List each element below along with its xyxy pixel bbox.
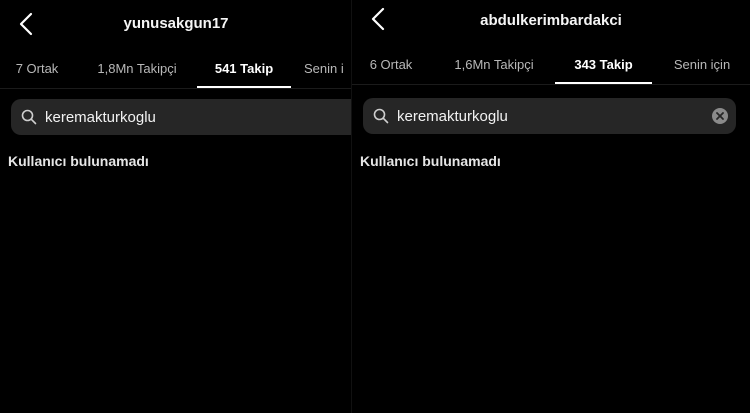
no-user-found-message: Kullanıcı bulunamadı	[360, 153, 501, 169]
search-bar[interactable]: keremakturkoglu	[363, 98, 736, 134]
search-icon	[373, 108, 389, 124]
right-screenshot-panel: abdulkerimbardakci 6 Ortak 1,6Mn Takipçi…	[352, 0, 750, 413]
clear-icon[interactable]	[712, 108, 728, 124]
tabs-divider	[0, 88, 352, 89]
tab-following[interactable]: 343 Takip	[555, 44, 652, 84]
tab-for-you[interactable]: Senin i	[304, 48, 352, 88]
search-input[interactable]: keremakturkoglu	[397, 108, 508, 125]
tab-for-you[interactable]: Senin için	[666, 44, 738, 84]
no-user-found-message: Kullanıcı bulunamadı	[8, 153, 149, 169]
tab-mutual[interactable]: 6 Ortak	[366, 44, 416, 84]
tab-followers[interactable]: 1,8Mn Takipçi	[90, 48, 184, 88]
tab-followers[interactable]: 1,6Mn Takipçi	[446, 44, 542, 84]
left-screenshot-panel: yunusakgun17 7 Ortak 1,8Mn Takipçi 541 T…	[0, 0, 352, 413]
search-input[interactable]: keremakturkoglu	[45, 109, 156, 126]
profile-username-title: yunusakgun17	[123, 15, 229, 32]
tabs-divider	[352, 84, 750, 85]
profile-username-title: abdulkerimbardakci	[480, 12, 622, 29]
search-bar[interactable]: keremakturkoglu	[11, 99, 352, 135]
tab-following[interactable]: 541 Takip	[197, 48, 291, 88]
search-icon	[21, 109, 37, 125]
tab-mutual[interactable]: 7 Ortak	[8, 48, 66, 88]
